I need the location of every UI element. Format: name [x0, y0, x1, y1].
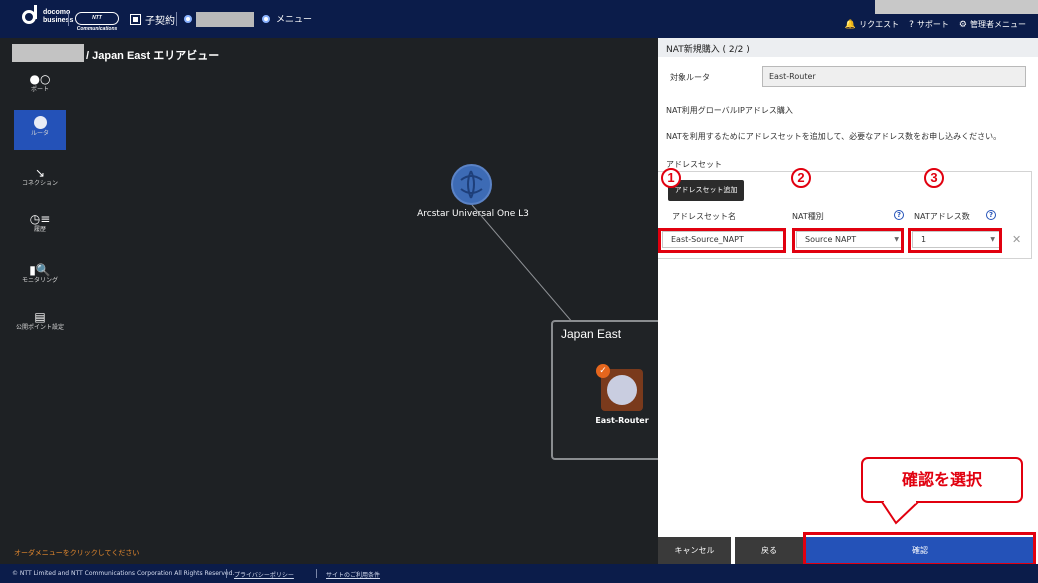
annotation-marker-1: 1 — [661, 168, 681, 188]
cancel-button[interactable]: キャンセル — [658, 537, 731, 564]
annotation-box-confirm — [803, 532, 1036, 566]
column-header-type: NAT種別 — [792, 212, 824, 221]
router-icon — [607, 375, 637, 405]
router-node-label: East-Router — [595, 416, 649, 425]
footer-divider — [226, 569, 227, 578]
section-heading: NAT利用グローバルIPアドレス購入 — [666, 106, 793, 115]
target-router-label: 対象ルータ — [670, 73, 710, 82]
target-router-field: East-Router — [762, 66, 1026, 87]
annotation-marker-2: 2 — [791, 168, 811, 188]
delete-row-icon[interactable]: ✕ — [1012, 233, 1021, 246]
help-icon[interactable]: ? — [986, 210, 996, 220]
section-description: NATを利用するためにアドレスセットを追加して、必要なアドレス数をお申し込みくだ… — [666, 132, 1002, 141]
back-button[interactable]: 戻る — [735, 537, 803, 564]
help-icon[interactable]: ? — [894, 210, 904, 220]
privacy-policy-link[interactable]: プライバシーポリシー — [234, 570, 294, 579]
global-network-node[interactable] — [451, 164, 492, 205]
copyright-text: © NTT Limited and NTT Communications Cor… — [12, 570, 235, 577]
annotation-marker-3: 3 — [924, 168, 944, 188]
annotation-box-count — [908, 228, 1002, 253]
column-header-name: アドレスセット名 — [672, 212, 736, 221]
terms-of-use-link[interactable]: サイトのご利用条件 — [326, 570, 380, 579]
region-label: Japan East — [561, 327, 622, 341]
annotation-box-name — [658, 228, 786, 253]
annotation-callout: 確認を選択 — [861, 457, 1023, 503]
check-icon: ✓ — [596, 364, 610, 378]
annotation-box-type — [792, 228, 904, 253]
column-header-count: NATアドレス数 — [914, 212, 970, 221]
footer: © NTT Limited and NTT Communications Cor… — [0, 564, 1038, 583]
globe-icon — [460, 170, 483, 199]
footer-divider — [316, 569, 317, 578]
global-node-label: Arcstar Universal One L3 — [417, 209, 529, 219]
order-hint-message: オーダメニューをクリックしてください — [14, 549, 140, 557]
panel-title: NAT新規購入 ( 2/2 ) — [658, 38, 1038, 57]
